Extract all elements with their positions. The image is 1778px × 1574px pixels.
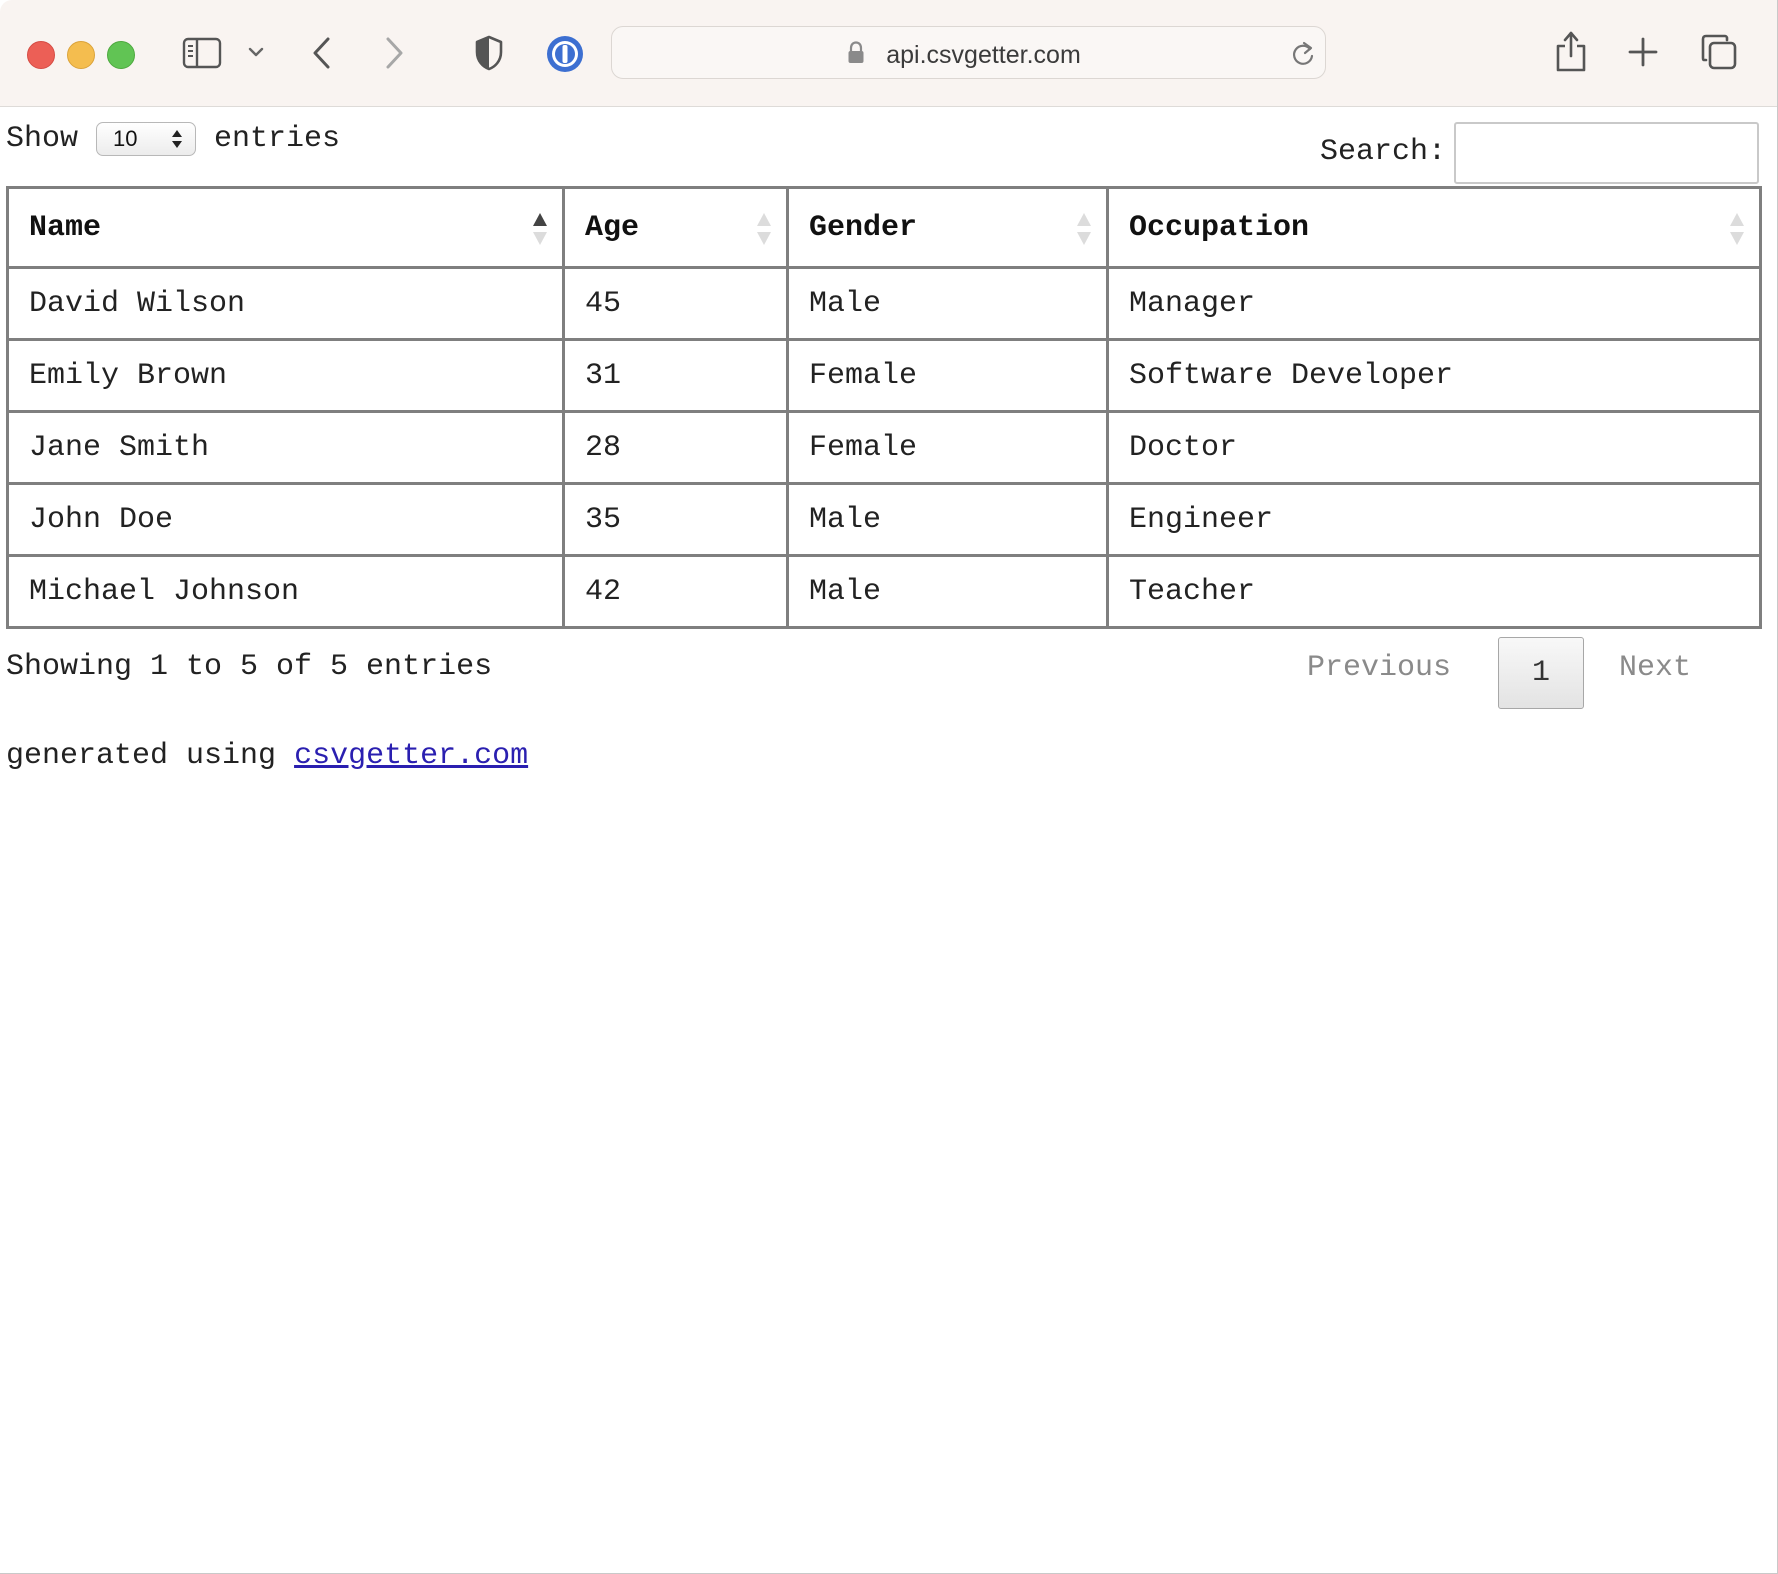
page-1-button[interactable]: 1	[1498, 637, 1584, 709]
password-manager-icon[interactable]	[545, 34, 585, 74]
sidebar-icon[interactable]	[182, 37, 222, 69]
cell-occupation: Doctor	[1106, 410, 1762, 485]
chevron-down-icon[interactable]	[247, 46, 265, 58]
cell-age: 45	[562, 266, 789, 341]
maximize-window-button[interactable]	[107, 41, 135, 69]
back-icon[interactable]	[310, 35, 334, 71]
data-table: Name Age Gender Occupation David Wilson …	[6, 186, 1762, 629]
shield-icon[interactable]	[474, 34, 504, 72]
cell-gender: Male	[786, 482, 1109, 557]
column-header-label: Age	[585, 210, 640, 245]
column-header-gender[interactable]: Gender	[786, 186, 1109, 269]
browser-window: api.csvgetter.com Show 10 entries Search:	[0, 0, 1778, 1574]
cell-name: Michael Johnson	[6, 554, 565, 629]
column-header-age[interactable]: Age	[562, 186, 789, 269]
table-row: Emily Brown 31 Female Software Developer	[6, 338, 1762, 413]
table-row: Jane Smith 28 Female Doctor	[6, 410, 1762, 485]
column-header-occupation[interactable]: Occupation	[1106, 186, 1762, 269]
table-row: John Doe 35 Male Engineer	[6, 482, 1762, 557]
address-bar[interactable]: api.csvgetter.com	[611, 26, 1326, 79]
share-icon[interactable]	[1554, 30, 1588, 74]
cell-age: 35	[562, 482, 789, 557]
next-page-button[interactable]: Next	[1619, 651, 1691, 685]
sort-icon	[1730, 213, 1744, 245]
url-text: api.csvgetter.com	[886, 41, 1081, 69]
entries-label: entries	[214, 122, 341, 156]
browser-toolbar: api.csvgetter.com	[0, 0, 1777, 107]
cell-name: John Doe	[6, 482, 565, 557]
csvgetter-link[interactable]: csvgetter.com	[294, 739, 528, 773]
column-header-label: Gender	[809, 210, 918, 245]
previous-page-button[interactable]: Previous	[1307, 651, 1451, 685]
select-arrows-icon	[172, 130, 183, 148]
page-length-value: 10	[113, 126, 138, 151]
cell-occupation: Teacher	[1106, 554, 1762, 629]
cell-name: Emily Brown	[6, 338, 565, 413]
generated-text: generated using	[6, 739, 277, 773]
column-header-name[interactable]: Name	[6, 186, 565, 269]
search-control: Search:	[1320, 122, 1759, 184]
reload-icon[interactable]	[1290, 40, 1316, 68]
cell-name: David Wilson	[6, 266, 565, 341]
sort-icon	[757, 213, 771, 245]
sort-icon	[1077, 213, 1091, 245]
tab-overview-icon[interactable]	[1700, 33, 1738, 71]
table-info: Showing 1 to 5 of 5 entries	[6, 650, 493, 684]
cell-gender: Male	[786, 266, 1109, 341]
cell-name: Jane Smith	[6, 410, 565, 485]
cell-gender: Female	[786, 410, 1109, 485]
cell-occupation: Manager	[1106, 266, 1762, 341]
cell-occupation: Engineer	[1106, 482, 1762, 557]
cell-age: 42	[562, 554, 789, 629]
table-row: David Wilson 45 Male Manager	[6, 266, 1762, 341]
column-header-label: Name	[29, 210, 102, 245]
show-label: Show	[6, 122, 79, 156]
table-row: Michael Johnson 42 Male Teacher	[6, 554, 1762, 629]
minimize-window-button[interactable]	[67, 41, 95, 69]
generated-note: generated using csvgetter.com	[6, 739, 528, 773]
cell-occupation: Software Developer	[1106, 338, 1762, 413]
table-header-row: Name Age Gender Occupation	[6, 186, 1762, 269]
cell-gender: Male	[786, 554, 1109, 629]
close-window-button[interactable]	[27, 41, 55, 69]
new-tab-icon[interactable]	[1627, 36, 1659, 68]
forward-icon[interactable]	[382, 35, 406, 71]
column-header-label: Occupation	[1129, 210, 1310, 245]
sort-ascending-icon	[533, 213, 547, 245]
search-input[interactable]	[1454, 122, 1759, 184]
page-length-select[interactable]: 10	[96, 122, 197, 156]
pagination: Previous 1 Next	[1307, 637, 1777, 709]
cell-gender: Female	[786, 338, 1109, 413]
page-content: Show 10 entries Search: Name Age Gender …	[0, 107, 1777, 1573]
cell-age: 28	[562, 410, 789, 485]
entries-length-control: Show 10 entries	[6, 122, 340, 157]
cell-age: 31	[562, 338, 789, 413]
search-label: Search:	[1319, 135, 1446, 169]
